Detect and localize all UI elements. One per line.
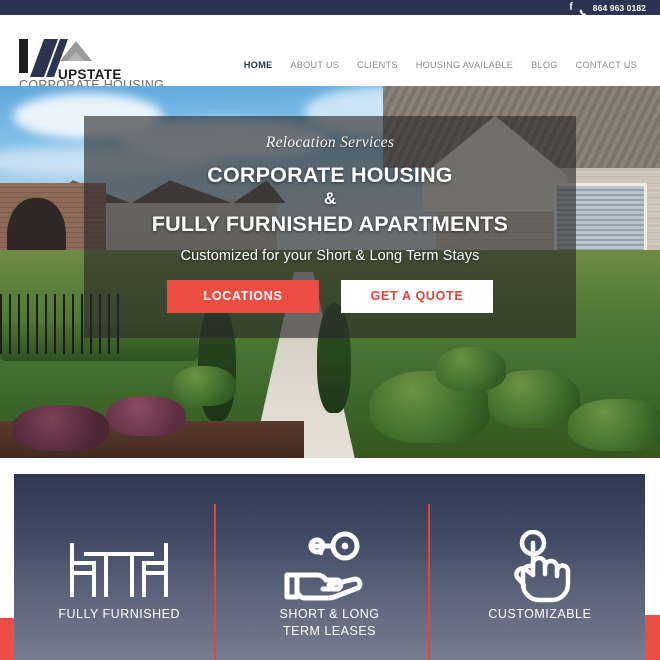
page-root: f 864 963 0182 UPSTATE CORPORATE HOUSING… (0, 0, 660, 660)
nav-item-clients[interactable]: CLIENTS (348, 60, 407, 70)
shrub (435, 347, 506, 392)
hero-kicker: Relocation Services (265, 134, 395, 151)
feature-label: SHORT & LONG TERM LEASES (279, 607, 380, 638)
nav-item-blog[interactable]: BLOG (522, 60, 567, 70)
locations-button[interactable]: LOCATIONS (167, 279, 319, 313)
shrub (105, 395, 186, 436)
hero-subtitle: Customized for your Short & Long Term St… (180, 247, 480, 264)
nav-item-about-us[interactable]: ABOUT US (281, 60, 348, 70)
feature-fully-furnished[interactable]: FULLY FURNISHED (14, 474, 224, 660)
feature-label: FULLY FURNISHED (58, 607, 180, 621)
shrub (13, 404, 110, 451)
topbar-contact-group: f 864 963 0182 (569, 2, 646, 16)
hand-holding-key-icon (283, 531, 375, 601)
nav-item-housing-available[interactable]: HOUSING AVAILABLE (407, 60, 522, 70)
main-navigation: HOME ABOUT US CLIENTS HOUSING AVAILABLE … (235, 60, 646, 70)
hero-text-overlay: Relocation Services CORPORATE HOUSING & … (84, 116, 576, 338)
get-a-quote-button[interactable]: GET A QUOTE (341, 279, 493, 313)
hero-title-ampersand: & (323, 189, 337, 209)
phone-number[interactable]: 864 963 0182 (593, 3, 646, 13)
pointing-hand-icon (505, 530, 575, 603)
nav-item-contact-us[interactable]: CONTACT US (567, 60, 646, 70)
site-logo[interactable]: UPSTATE CORPORATE HOUSING (14, 39, 164, 89)
feature-label: CUSTOMIZABLE (488, 607, 592, 621)
features-panel: FULLY FURNISHED SHORT & LONG TERM LEASES… (14, 474, 645, 660)
nav-item-home[interactable]: HOME (235, 60, 282, 70)
feature-short-long-term-leases[interactable]: SHORT & LONG TERM LEASES (224, 474, 434, 660)
facebook-icon[interactable]: f (569, 2, 572, 12)
feature-customizable[interactable]: CUSTOMIZABLE (435, 474, 645, 660)
hero-button-group: LOCATIONS GET A QUOTE (167, 279, 493, 313)
phone-icon (579, 4, 587, 16)
table-and-chairs-icon (66, 536, 172, 598)
shrub (567, 398, 660, 451)
top-utility-bar: f 864 963 0182 (0, 0, 660, 16)
hero-banner: Relocation Services CORPORATE HOUSING & … (0, 86, 660, 458)
hero-title-line-2: FULLY FURNISHED APARTMENTS (151, 211, 509, 236)
hero-title-line-1: CORPORATE HOUSING (207, 163, 453, 187)
site-header: UPSTATE CORPORATE HOUSING HOME ABOUT US … (0, 15, 660, 89)
features-section: FULLY FURNISHED SHORT & LONG TERM LEASES… (0, 458, 660, 660)
shrub (171, 365, 236, 406)
